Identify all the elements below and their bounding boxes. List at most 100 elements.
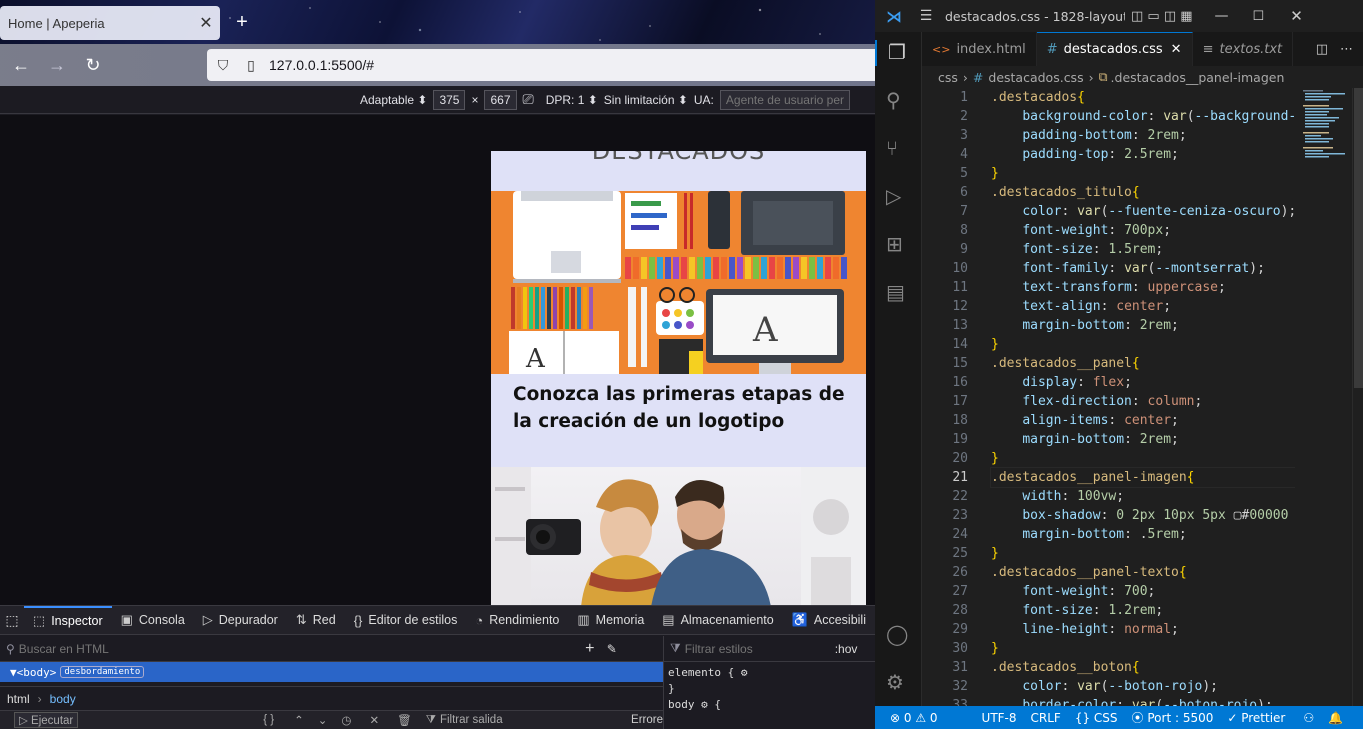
code-line[interactable]: margin-bottom: 2rem; [991,316,1342,335]
problems-indicator[interactable]: ⊗ 0 ⚠ 0 [883,711,945,725]
code-line[interactable]: .destacados_titulo{ [991,183,1342,202]
eol-indicator[interactable]: CRLF [1024,711,1068,725]
code-line[interactable]: margin-bottom: .5rem; [991,525,1342,544]
breadcrumb-css[interactable]: css [938,70,958,85]
code-line[interactable]: background-color: var(--background- [991,107,1342,126]
breadcrumb-file[interactable]: destacados.css [988,70,1083,85]
code-line[interactable]: text-transform: uppercase; [991,278,1342,297]
run-button[interactable]: ▷ Ejecutar [14,712,79,728]
code-line[interactable]: font-weight: 700; [991,582,1342,601]
editor-scrollbar[interactable] [1352,88,1363,706]
overflow-badge[interactable]: desbordamiento [60,666,145,678]
close-tab-icon[interactable]: ✕ [192,13,220,33]
remote-explorer-icon[interactable]: ▤ [886,280,912,306]
code-line[interactable]: line-height: normal; [991,620,1342,639]
new-tab-icon[interactable]: + [230,10,254,34]
close-tab-icon[interactable]: ✕ [1171,42,1182,57]
chevron-down-icon[interactable]: ⌄ [318,713,328,727]
code-line[interactable]: box-shadow: 0 2px 10px 5px ▢#00000 [991,506,1342,525]
tab-consola[interactable]: ▣ Consola [112,606,194,635]
code-line[interactable]: font-size: 1.5rem; [991,240,1342,259]
page-info-icon[interactable]: ▯ [239,57,263,74]
rotate-icon[interactable]: ⎚ [523,91,534,108]
code-line[interactable]: text-align: center; [991,297,1342,316]
filter-styles-input[interactable] [684,641,835,656]
expand-icon[interactable]: ▼ [10,666,17,679]
tab-editor-estilos[interactable]: {} Editor de estilos [345,606,467,635]
code-line[interactable]: display: flex; [991,373,1342,392]
tab-textos-txt[interactable]: ≡ textos.txt [1193,32,1294,66]
back-icon[interactable]: ← [8,52,34,78]
code-editor[interactable]: 1 2 3 4 5 6 7 8 9 10 11 12 13 14 15 16 17 18 19 20 21 22 23 24 2… [922,88,1342,706]
feedback-icon[interactable]: ⚇ [1296,711,1321,725]
tab-memoria[interactable]: ▥ Memoria [568,606,653,635]
hov-toggle[interactable]: :hov [835,642,858,656]
code-line[interactable]: .destacados__panel-imagen{ [990,467,1342,488]
dpr-select[interactable]: DPR: 1 ⬍ [546,93,598,107]
filter-output-input[interactable]: Filtrar salida [440,714,503,726]
code-line[interactable]: align-items: center; [991,411,1342,430]
code-line[interactable]: color: var(--fuente-ceniza-oscuro); [991,202,1342,221]
source-control-icon[interactable]: ⑂ [886,136,912,162]
markup-node-body[interactable]: ▼ <body> desbordamiento [0,662,663,682]
tab-rendimiento[interactable]: ◔ Rendimiento [466,606,568,635]
history-icon[interactable]: ◷ [341,713,351,727]
code-line[interactable]: flex-direction: column; [991,392,1342,411]
menu-icon[interactable]: ☰ [913,8,939,24]
tab-destacados-css[interactable]: # destacados.css ✕ [1036,32,1193,66]
device-select[interactable]: Adaptable ⬍ [360,93,427,107]
reload-icon[interactable]: ↻ [80,52,106,78]
prettier-indicator[interactable]: ✓ Prettier [1220,711,1292,725]
explorer-icon[interactable]: ❐ [875,40,922,66]
browser-tab[interactable]: Home | Apeperia ✕ [0,6,220,40]
breadcrumb-body[interactable]: body [50,692,76,706]
device-viewport[interactable]: DESTACADOS A A Conozca las primeras etap… [491,151,866,605]
add-node-icon[interactable]: + [579,640,601,658]
chevron-up-icon[interactable]: ⌃ [294,713,304,727]
tab-depurador[interactable]: ▷ Depurador [194,606,287,635]
live-server-port[interactable]: ⦿ Port : 5500 [1125,709,1221,726]
tab-accesibilidad[interactable]: ♿ Accesibili [783,606,875,635]
code-line[interactable]: font-weight: 700px; [991,221,1342,240]
more-actions-icon[interactable]: ⋯ [1340,42,1353,57]
code-line[interactable]: } [991,449,1342,468]
maximize-icon[interactable]: ☐ [1253,9,1265,24]
language-indicator[interactable]: {} CSS [1068,711,1125,725]
code-line[interactable]: border-color: var(--boton-rojo); [991,696,1342,706]
code-line[interactable]: font-family: var(--montserrat); [991,259,1342,278]
account-icon[interactable]: ◯ [886,622,912,648]
tab-index-html[interactable]: <> index.html [922,32,1037,66]
width-input[interactable]: 375 [433,89,466,110]
tab-red[interactable]: ⇅ Red [287,606,345,635]
settings-gear-icon[interactable]: ⚙ [886,670,912,696]
code-line[interactable]: .destacados{ [991,88,1342,107]
gear-icon[interactable]: ⚙ [701,698,708,711]
notifications-icon[interactable]: 🔔 [1321,711,1350,725]
code-line[interactable]: } [991,639,1342,658]
search-icon[interactable]: ⚲ [886,88,912,114]
run-debug-icon[interactable]: ▷ [886,184,912,210]
url-bar[interactable]: ⛉ ▯ 127.0.0.1:5500/# [207,49,875,81]
braces-icon[interactable]: { } [263,714,274,726]
code-line[interactable]: } [991,335,1342,354]
minimap[interactable] [1295,88,1350,706]
code-line[interactable]: } [991,164,1342,183]
code-line[interactable]: margin-bottom: 2rem; [991,430,1342,449]
split-editor-icon[interactable]: ◫ [1316,42,1328,57]
gear-icon[interactable]: ⚙ [741,666,748,679]
close-icon[interactable]: ✕ [369,713,379,727]
close-window-icon[interactable]: ✕ [1290,7,1303,25]
encoding-indicator[interactable]: UTF-8 [975,711,1024,725]
eyedropper-icon[interactable]: ✎ [601,642,623,656]
trash-icon[interactable]: 🗑 [397,713,412,727]
code-line[interactable]: padding-top: 2.5rem; [991,145,1342,164]
code-line[interactable]: padding-bottom: 2rem; [991,126,1342,145]
code-line[interactable]: .destacados__boton{ [991,658,1342,677]
tab-inspector[interactable]: ⬚ Inspector [23,605,112,635]
html-search-input[interactable] [18,641,579,656]
code-line[interactable]: font-size: 1.2rem; [991,601,1342,620]
forward-icon[interactable]: → [44,52,70,78]
code-lines[interactable]: .destacados{ background-color: var(--bac… [990,88,1342,706]
pick-element-icon[interactable]: ⬚ [0,612,24,629]
shield-icon[interactable]: ⛉ [211,57,235,74]
